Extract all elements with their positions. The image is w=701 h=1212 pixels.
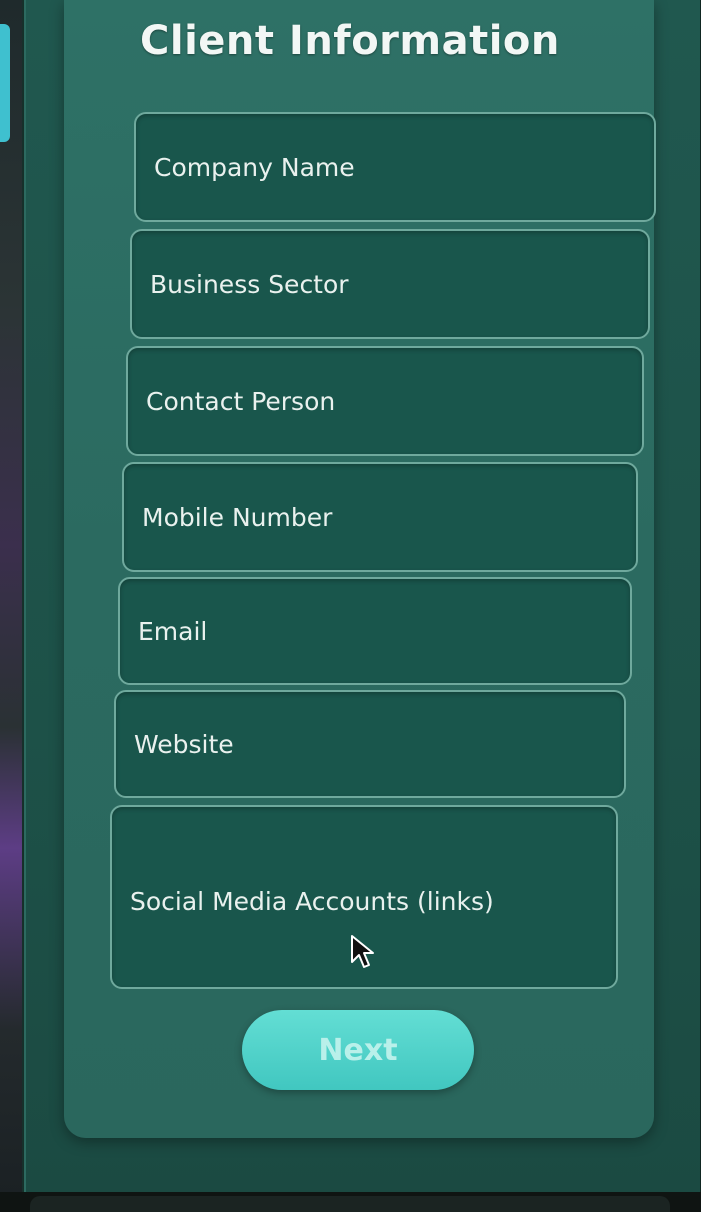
contact-person-placeholder: Contact Person (146, 386, 336, 416)
company-name-field[interactable]: Company Name (134, 112, 656, 222)
website-placeholder: Website (134, 729, 234, 759)
app-screen: Client Information Company Name Business… (0, 0, 701, 1212)
background-accent (0, 24, 10, 142)
mouse-pointer-icon (351, 935, 374, 968)
next-button[interactable]: Next (242, 1010, 474, 1090)
form-title: Client Information (140, 18, 560, 64)
company-name-placeholder: Company Name (154, 152, 355, 182)
website-field[interactable]: Website (114, 690, 626, 798)
contact-person-field[interactable]: Contact Person (126, 346, 644, 456)
bottom-dock (30, 1196, 670, 1212)
background-window-strip (0, 0, 22, 1212)
business-sector-field[interactable]: Business Sector (130, 229, 650, 339)
business-sector-placeholder: Business Sector (150, 269, 349, 299)
mobile-number-field[interactable]: Mobile Number (122, 462, 638, 572)
social-media-placeholder: Social Media Accounts (links) (130, 886, 494, 916)
email-placeholder: Email (138, 616, 208, 646)
mobile-number-placeholder: Mobile Number (142, 502, 333, 532)
email-field[interactable]: Email (118, 577, 632, 685)
